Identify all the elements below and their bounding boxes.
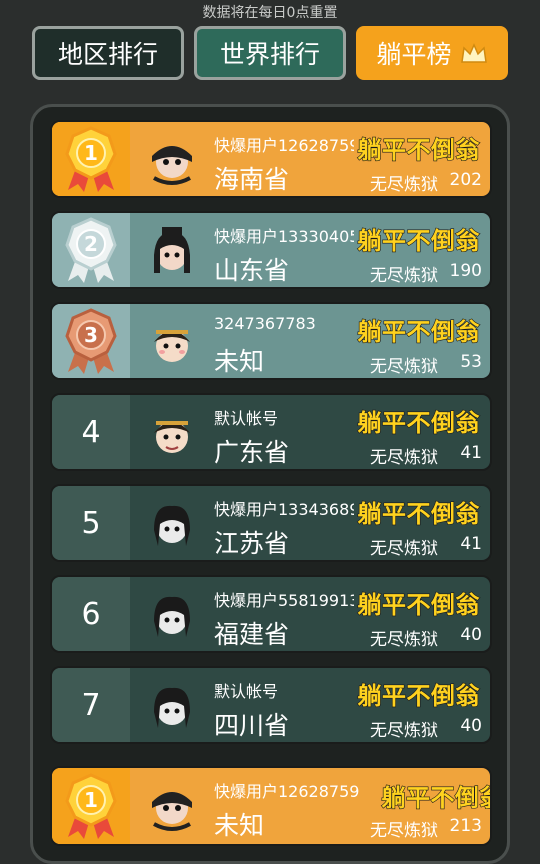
username: 快爆用户13330405 [214,227,354,246]
game-mode: 无尽炼狱 [370,266,438,286]
list-item[interactable]: 7 默认帐号 四川省 躺平不倒翁 无尽炼狱 40 [50,666,492,744]
username: 快爆用户13343689 [214,500,354,519]
score: 190 [449,261,482,281]
rank-number: 4 [81,414,101,450]
avatar [154,227,190,273]
ranking-tabs: 地区排行 世界排行 躺平榜 [32,26,508,84]
province: 未知 [214,811,265,840]
game-mode: 无尽炼狱 [370,539,438,559]
avatar [154,687,190,728]
username: 快爆用户12628759 [214,782,360,801]
rank-cell: 7 [52,668,130,742]
silver-medal-icon: 2 [65,217,117,283]
rank-cell: 6 [52,577,130,651]
rank-number: 5 [81,505,101,541]
rank-cell: 1 [52,768,130,844]
username: 默认帐号 [214,409,279,428]
list-item[interactable]: 4 默认帐号 广东省 躺平不倒翁 无尽炼狱 41 [50,393,492,471]
username: 快爆用户12628759 [214,136,354,155]
list-item[interactable]: 5 快爆用户13343689 江苏省 躺平不倒翁 无尽炼狱 41 [50,484,492,562]
rank-number: 1 [84,141,98,165]
title-badge: 躺平不倒翁 [357,590,480,619]
list-item[interactable]: 3 3247367783 未知 躺平不倒翁 无尽炼狱 53 [50,302,492,380]
score: 41 [460,534,482,554]
title-badge: 躺平不倒翁 [381,783,492,812]
avatar [154,596,190,637]
title-badge: 躺平不倒翁 [357,135,480,164]
title-badge: 躺平不倒翁 [357,681,480,710]
list-item[interactable]: 2 快爆用户13330405 山东省 躺平不倒翁 无尽炼狱 190 [50,211,492,289]
province: 山东省 [214,256,290,285]
avatar [154,421,190,453]
avatar [154,505,190,546]
title-badge: 躺平不倒翁 [357,317,480,346]
rank-cell: 3 [52,304,130,378]
game-mode: 无尽炼狱 [370,721,438,741]
game-mode: 无尽炼狱 [370,630,438,650]
reset-notice: 数据将在每日0点重置 [202,5,338,21]
tab-world-label: 世界排行 [219,40,320,69]
province: 江苏省 [214,529,290,558]
score: 40 [460,625,482,645]
game-mode: 无尽炼狱 [370,175,438,195]
rank-number: 3 [84,323,98,347]
gold-medal-icon: 1 [65,126,117,192]
title-badge: 躺平不倒翁 [357,408,480,437]
game-mode: 无尽炼狱 [370,357,438,377]
rank-cell: 5 [52,486,130,560]
score: 213 [449,816,482,836]
score: 41 [460,443,482,463]
tab-region-label: 地区排行 [57,40,158,69]
list-item[interactable]: 6 快爆用户55819913 福建省 躺平不倒翁 无尽炼狱 40 [50,575,492,653]
province: 未知 [214,347,265,376]
rank-number: 6 [81,596,101,632]
game-mode: 无尽炼狱 [370,448,438,468]
username: 3247367783 [214,314,316,333]
rank-cell: 4 [52,395,130,469]
province: 四川省 [214,711,290,740]
score: 202 [449,170,482,190]
avatar [152,792,192,831]
tab-world-ranking[interactable]: 世界排行 [194,26,346,80]
avatar [152,146,192,185]
list-item[interactable]: 1 快爆用户12628759 海南省 躺平不倒翁 无尽炼狱 202 [50,120,492,198]
rank-cell: 1 [52,122,130,196]
crown-icon [460,43,487,63]
avatar [154,330,190,362]
tab-lying-label: 躺平榜 [376,40,452,69]
rank-number: 7 [81,687,101,723]
my-rank-row[interactable]: 1 快爆用户12628759 未知 躺平不倒翁 无尽炼狱 213 [50,766,492,846]
title-badge: 躺平不倒翁 [357,226,480,255]
gold-medal-icon: 1 [65,773,117,839]
province: 福建省 [214,620,290,649]
province: 广东省 [214,438,290,467]
username: 快爆用户55819913 [214,591,354,610]
score: 40 [460,716,482,736]
username: 默认帐号 [214,682,279,701]
province: 海南省 [214,165,290,194]
rank-cell: 2 [52,213,130,287]
tab-region-ranking[interactable]: 地区排行 [32,26,184,80]
rank-number: 1 [84,788,98,812]
bronze-medal-icon: 3 [65,308,117,374]
tab-lying-ranking[interactable]: 躺平榜 [356,26,508,80]
score: 53 [460,352,482,372]
rank-number: 2 [84,232,98,256]
game-mode: 无尽炼狱 [370,821,438,841]
title-badge: 躺平不倒翁 [357,499,480,528]
